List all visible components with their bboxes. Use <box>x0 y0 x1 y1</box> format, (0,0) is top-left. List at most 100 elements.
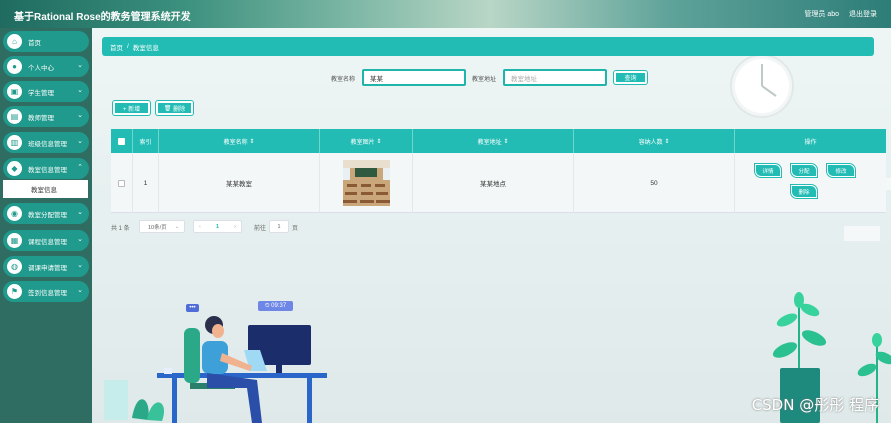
cell-capacity: 50 <box>574 153 735 213</box>
query-button[interactable]: 查询 <box>614 71 647 84</box>
page-size-select[interactable]: 10条/页 ⌄ <box>139 220 185 233</box>
sidebar-item-label: 调课申请管理 <box>28 264 67 272</box>
trash-icon: 🗑 <box>163 105 174 112</box>
home-icon: ⌂ <box>7 34 22 49</box>
current-page[interactable]: 1 <box>216 224 219 230</box>
sidebar-item-checkin[interactable]: ⚑ 签到信息管理 ⌄ <box>3 281 89 302</box>
classroom-name-label: 教室名称 <box>331 77 356 83</box>
current-user: 管理员 abo <box>804 11 839 18</box>
table-row: 1 某某教室 某某地点 50 详情 分配 修改 删除 <box>111 153 886 213</box>
sidebar-item-label: 课程信息管理 <box>28 238 67 246</box>
chevron-down-icon: ⌄ <box>77 62 83 69</box>
select-all-cell <box>111 129 133 153</box>
chevron-down-icon: ⌄ <box>174 223 180 230</box>
row-delete-button[interactable]: 删除 <box>791 185 817 198</box>
column-address-label: 教室地址 <box>477 139 502 146</box>
next-page-button[interactable]: › <box>234 224 236 230</box>
clock-time: 09:37 <box>271 303 287 309</box>
sidebar-item-allocation[interactable]: ◉ 教室分配管理 ⌄ <box>3 203 89 224</box>
goto-page-input[interactable]: 1 <box>269 220 289 233</box>
cell-actions: 详情 分配 修改 删除 <box>735 153 886 213</box>
column-name-label: 教室名称 <box>223 139 248 146</box>
sidebar-item-label: 签到信息管理 <box>28 289 67 297</box>
delete-button[interactable]: 🗑 删除 <box>156 101 193 115</box>
prev-page-button[interactable]: ‹ <box>199 224 201 230</box>
sidebar-item-classes[interactable]: ▥ 班级信息管理 ⌄ <box>3 132 89 153</box>
sidebar-item-students[interactable]: ▣ 学生管理 ⌄ <box>3 81 89 102</box>
breadcrumb-separator: / <box>127 43 129 50</box>
sidebar-item-classrooms[interactable]: ◆ 教室信息管理 ⌃ <box>3 158 89 179</box>
column-index: 索引 <box>133 129 159 153</box>
row-select-cell <box>111 153 133 213</box>
classroom-address-label: 教室地址 <box>472 77 497 83</box>
logout-link[interactable]: 退出登录 <box>849 9 877 19</box>
table-header: 索引 教室名称 ⇕ 教室图片 ⇕ 教室地址 ⇕ 容纳人数 ⇕ 操作 <box>111 129 886 153</box>
sidebar-item-label: 教室分配管理 <box>28 211 67 219</box>
sidebar-item-label: 首页 <box>28 39 41 47</box>
reschedule-icon: ◍ <box>7 259 22 274</box>
breadcrumb-home[interactable]: 首页 <box>110 42 123 52</box>
sidebar-subitem-classroom-info[interactable]: 教室信息 <box>3 180 88 198</box>
chevron-down-icon: ⌄ <box>77 87 83 94</box>
top-links: 管理员 abo 退出登录 <box>804 9 877 19</box>
cell-image <box>320 153 413 213</box>
breadcrumb-current: 教室信息 <box>132 44 159 52</box>
allocate-button[interactable]: 分配 <box>791 164 817 177</box>
goto-label: 前往 <box>254 226 267 232</box>
column-name[interactable]: 教室名称 ⇕ <box>159 129 320 153</box>
classroom-name-input[interactable]: 某某 <box>362 69 466 86</box>
column-actions: 操作 <box>804 139 817 146</box>
column-capacity[interactable]: 容纳人数 ⇕ <box>574 129 735 153</box>
student-icon: ▣ <box>7 84 22 99</box>
sidebar-item-label: 学生管理 <box>28 89 54 97</box>
chat-bubble-icon: ••• <box>186 304 199 312</box>
sidebar-item-personal-center[interactable]: ● 个人中心 ⌄ <box>3 56 89 77</box>
chevron-down-icon: ⌄ <box>77 262 83 269</box>
clock-time-badge: ⏲ 09:37 <box>258 301 293 311</box>
cell-name: 某某教室 <box>159 153 320 213</box>
sidebar: ⌂ 首页 ● 个人中心 ⌄ ▣ 学生管理 ⌄ ▤ 教师管理 ⌄ ▥ 班级信息管理… <box>0 28 92 423</box>
chevron-down-icon: ⌄ <box>77 138 83 145</box>
detail-button[interactable]: 详情 <box>755 164 781 177</box>
chevron-down-icon: ⌄ <box>77 287 83 294</box>
class-icon: ▥ <box>7 135 22 150</box>
add-button[interactable]: + 新增 <box>113 101 150 115</box>
chevron-down-icon: ⌄ <box>77 112 83 119</box>
cell-address: 某某地点 <box>413 153 574 213</box>
user-icon: ● <box>7 59 22 74</box>
classroom-photo[interactable] <box>342 160 390 206</box>
sort-icon: ⇕ <box>664 138 670 145</box>
sidebar-item-label: 教室信息管理 <box>28 166 67 174</box>
page-navigator: ‹ 1 › <box>193 220 242 233</box>
column-image[interactable]: 教室图片 ⇕ <box>320 129 413 153</box>
sidebar-item-label: 班级信息管理 <box>28 140 67 148</box>
allocation-icon: ◉ <box>7 206 22 221</box>
course-icon: ▦ <box>7 233 22 248</box>
breadcrumb: 首页 / 教室信息 <box>102 37 874 56</box>
chevron-down-icon: ⌄ <box>77 209 83 216</box>
cell-index: 1 <box>133 153 159 213</box>
search-bar: 教室名称 某某 教室地址 教室地址 查询 <box>92 69 891 87</box>
checkin-icon: ⚑ <box>7 284 22 299</box>
classroom-icon: ◆ <box>7 161 22 176</box>
sidebar-item-home[interactable]: ⌂ 首页 <box>3 31 89 52</box>
sidebar-item-reschedule[interactable]: ◍ 调课申请管理 ⌄ <box>3 256 89 277</box>
edit-button[interactable]: 修改 <box>827 164 855 177</box>
top-bar: 基于Rational Rose的教务管理系统开发 管理员 abo 退出登录 <box>0 0 891 28</box>
chevron-up-icon: ⌃ <box>77 164 83 171</box>
select-all-checkbox[interactable] <box>118 137 125 145</box>
main-content: ••• ⏲ 09:37 首页 / 教室信息 教室名称 某某 教室地址 教室地址 … <box>92 28 891 423</box>
sidebar-item-teachers[interactable]: ▤ 教师管理 ⌄ <box>3 106 89 127</box>
column-image-label: 教室图片 <box>350 139 375 146</box>
teacher-icon: ▤ <box>7 109 22 124</box>
app-title: 基于Rational Rose的教务管理系统开发 <box>14 12 191 23</box>
row-checkbox[interactable] <box>118 179 125 187</box>
watermark: CSDN @彤彤 程序 <box>751 396 879 414</box>
sidebar-item-courses[interactable]: ▦ 课程信息管理 ⌄ <box>3 230 89 251</box>
total-count: 共 1 条 <box>111 226 130 232</box>
classroom-address-input[interactable]: 教室地址 <box>503 69 607 86</box>
sidebar-item-label: 个人中心 <box>28 64 54 72</box>
column-address[interactable]: 教室地址 ⇕ <box>413 129 574 153</box>
page-size-value: 10条/页 <box>148 224 167 231</box>
chevron-down-icon: ⌄ <box>77 236 83 243</box>
